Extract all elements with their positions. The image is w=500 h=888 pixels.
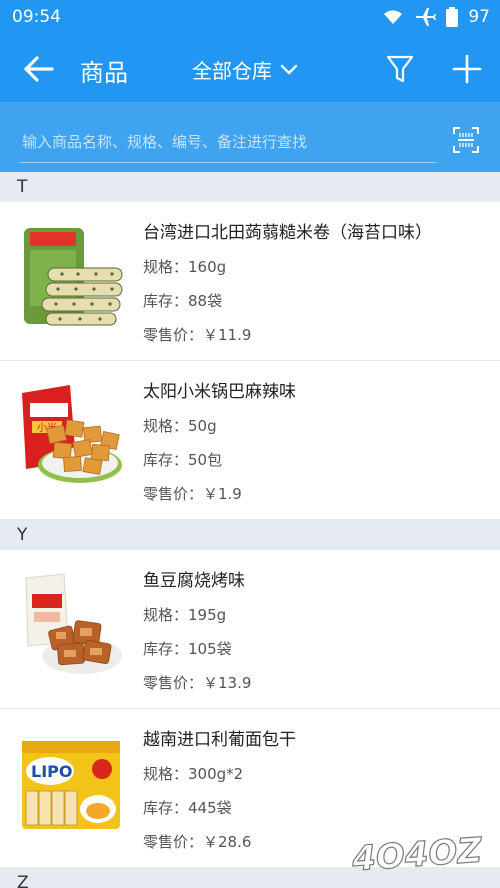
product-spec: 规格：195g (143, 606, 227, 624)
filter-button[interactable] (386, 54, 414, 84)
product-image: 小米 (18, 383, 124, 491)
product-stock: 库存：445袋 (143, 799, 232, 817)
product-spec: 规格：300g*2 (143, 765, 244, 783)
product-item[interactable]: 鱼豆腐烧烤味 规格：195g 库存：105袋 零售价：￥13.9 (0, 550, 500, 709)
add-button[interactable] (452, 54, 482, 84)
product-name: 太阳小米锅巴麻辣味 (143, 382, 296, 402)
product-name: 鱼豆腐烧烤味 (143, 571, 245, 591)
product-item[interactable]: 台湾进口北田蒟蒻糙米卷（海苔口味） 规格：160g 库存：88袋 零售价：￥11… (0, 202, 500, 361)
search-input[interactable] (20, 122, 436, 163)
battery-icon (446, 7, 459, 27)
chevron-down-icon (280, 64, 298, 74)
watermark-logo: 4O4OZ (349, 830, 485, 878)
product-spec: 规格：160g (143, 258, 227, 276)
back-arrow-icon (24, 56, 54, 82)
status-bar: 09:54 97 (0, 0, 500, 34)
section-header-t: T (0, 172, 500, 202)
product-stock: 库存：50包 (143, 451, 223, 469)
product-image (18, 572, 124, 680)
product-list[interactable]: T 台湾进口北田蒟蒻糙米卷（海苔口味） 规格：160g 库存：88袋 零售价：￥… (0, 172, 500, 888)
product-price: 零售价：￥11.9 (143, 326, 252, 344)
back-button[interactable] (22, 54, 56, 84)
barcode-scan-icon (453, 127, 479, 153)
plus-icon (452, 54, 482, 84)
watermark-text: 4O4OZ (350, 830, 485, 878)
product-name: 越南进口利葡面包干 (143, 730, 296, 750)
filter-icon (386, 55, 414, 83)
product-item[interactable]: 小米 太阳小米锅巴麻辣味 规格：50g 库存：50包 零售价：￥1.9 (0, 361, 500, 520)
product-spec: 规格：50g (143, 417, 217, 435)
product-price: 零售价：￥13.9 (143, 674, 252, 692)
page-title: 商品 (80, 59, 128, 87)
scan-button[interactable] (452, 126, 480, 154)
battery-level: 97 (468, 7, 490, 27)
product-price: 零售价：￥28.6 (143, 833, 252, 851)
airplane-icon (416, 8, 437, 26)
product-price: 零售价：￥1.9 (143, 485, 242, 503)
status-icons: 97 (382, 5, 490, 29)
wifi-icon (384, 10, 403, 24)
package-text: LIPO (31, 762, 72, 781)
search-bar (0, 102, 500, 172)
product-stock: 库存：88袋 (143, 292, 223, 310)
product-name: 台湾进口北田蒟蒻糙米卷（海苔口味） (143, 223, 432, 243)
section-header-y: Y (0, 520, 500, 550)
status-time: 09:54 (12, 7, 61, 27)
product-stock: 库存：105袋 (143, 640, 232, 658)
product-image: LIPO (18, 731, 124, 839)
product-image (18, 224, 124, 332)
warehouse-dropdown[interactable]: 全部仓库 (192, 55, 298, 84)
warehouse-label: 全部仓库 (192, 59, 272, 83)
app-bar: 商品 全部仓库 (0, 34, 500, 102)
